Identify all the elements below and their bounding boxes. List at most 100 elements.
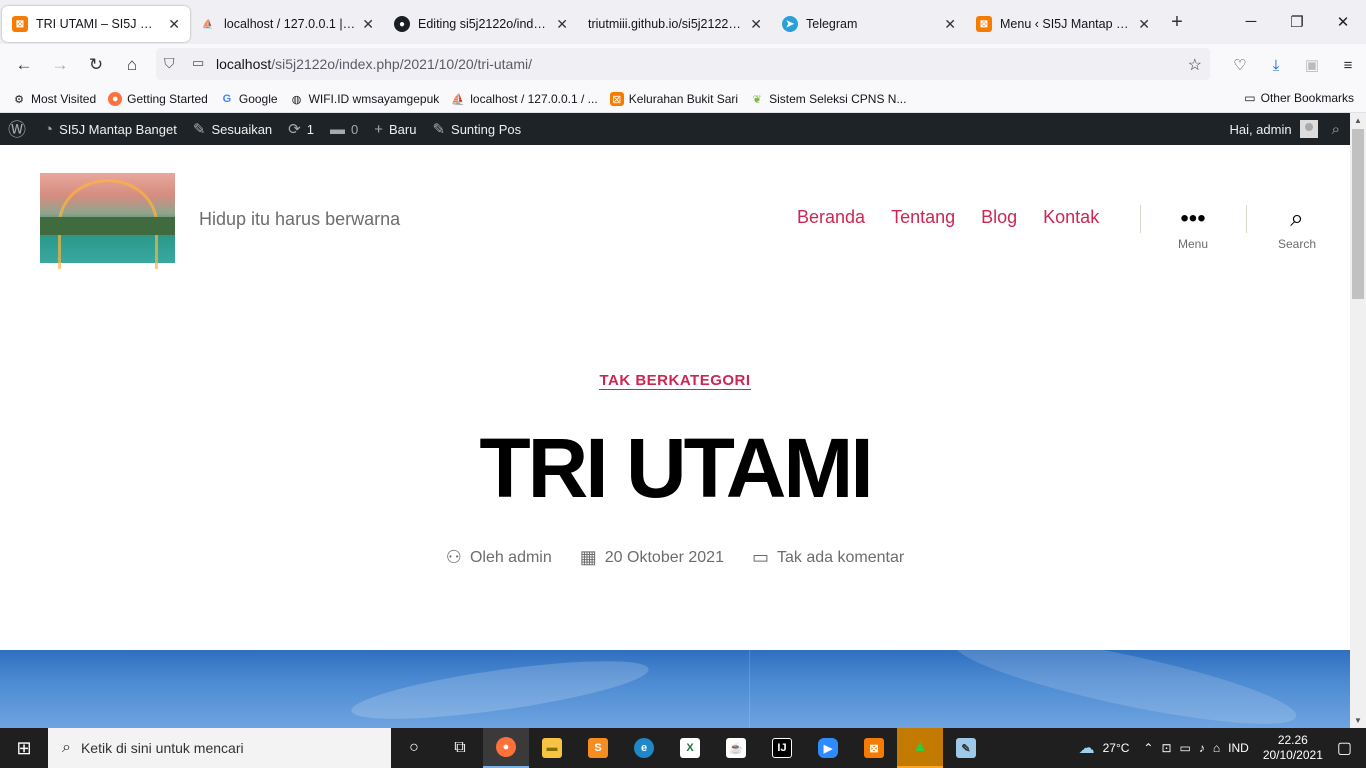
xampp-taskbar-icon[interactable]: ⊠: [851, 728, 897, 768]
language-indicator[interactable]: IND: [1228, 741, 1249, 755]
page-scrollbar[interactable]: ▲ ▼: [1350, 113, 1366, 728]
admin-updates-count: 1: [306, 121, 314, 137]
post-author[interactable]: ⚇ Oleh admin: [446, 547, 552, 568]
back-icon[interactable]: ←: [6, 55, 42, 75]
tab-github-pages[interactable]: triutmiii.github.io/si5j2122o/2 ✕: [578, 6, 772, 42]
task-view-icon[interactable]: ⧉: [437, 728, 483, 768]
tab-label: Menu ‹ SI5J Mantap Banget: [1000, 17, 1132, 31]
edge-icon[interactable]: e: [621, 728, 667, 768]
admin-updates[interactable]: ⟳ 1: [288, 120, 314, 138]
clock-date: 20/10/2021: [1262, 748, 1323, 762]
post-date[interactable]: ▦ 20 Oktober 2021: [580, 547, 724, 568]
tab-github-editing[interactable]: ● Editing si5j2122o/index.html ✕: [384, 6, 578, 42]
network-icon[interactable]: ⊡: [1161, 741, 1171, 755]
notification-icon[interactable]: ▢: [1337, 738, 1352, 758]
url-text[interactable]: localhost/si5j2122o/index.php/2021/10/20…: [216, 56, 532, 72]
admin-comments[interactable]: ▬ 0: [330, 121, 358, 138]
close-icon[interactable]: ✕: [750, 16, 762, 33]
hamburger-menu-icon[interactable]: ≡: [1330, 57, 1366, 74]
menu-item-beranda[interactable]: Beranda: [797, 207, 865, 228]
admin-account[interactable]: Hai, admin ⌕: [1229, 113, 1340, 145]
other-bookmarks[interactable]: ▭ Other Bookmarks: [1244, 91, 1354, 105]
windows-start-icon[interactable]: ⊞: [0, 728, 48, 768]
brush-icon: ✎: [192, 121, 206, 138]
clock[interactable]: 22.26 20/10/2021: [1263, 733, 1323, 763]
plus-icon: +: [374, 120, 383, 138]
sublime-icon[interactable]: S: [575, 728, 621, 768]
excel-icon[interactable]: X: [667, 728, 713, 768]
shield-icon[interactable]: ⛉: [164, 55, 175, 72]
divider: [1140, 205, 1141, 233]
new-tab-icon[interactable]: +: [1160, 11, 1194, 34]
admin-site-name[interactable]: ◔ SI5J Mantap Banget: [44, 121, 177, 138]
bookmark-most-visited[interactable]: ⚙ Most Visited: [12, 92, 96, 106]
search-toggle-button[interactable]: ⌕ Search: [1257, 205, 1337, 251]
admin-customize[interactable]: ✎ Sesuaikan: [193, 120, 272, 138]
post-category: TAK BERKATEGORI: [0, 372, 1350, 390]
post-meta: ⚇ Oleh admin ▦ 20 Oktober 2021 ▭ Tak ada ko…: [0, 547, 1350, 568]
admin-new[interactable]: + Baru: [374, 121, 416, 138]
weather-icon[interactable]: ☁: [1079, 738, 1095, 758]
extension-icon[interactable]: ▣: [1294, 56, 1330, 74]
tab-tri-utami[interactable]: ⊠ TRI UTAMI – SI5J Mantap Banget ✕: [2, 6, 190, 42]
tab-telegram[interactable]: ➤ Telegram ✕: [772, 6, 966, 42]
bookmark-kelurahan[interactable]: ⊠ Kelurahan Bukit Sari: [609, 92, 738, 106]
bookmark-google[interactable]: G Google: [220, 92, 278, 106]
image-seam: [749, 650, 750, 728]
volume-icon[interactable]: ♪: [1199, 741, 1205, 755]
menu-item-tentang[interactable]: Tentang: [891, 207, 955, 228]
post-comments[interactable]: ▭ Tak ada komentar: [752, 547, 904, 568]
bookmark-wifi-id[interactable]: ◍ WIFI.ID wmsayamgepuk: [290, 92, 440, 106]
cortana-icon[interactable]: ○: [391, 728, 437, 768]
close-icon[interactable]: ✕: [944, 16, 956, 33]
file-explorer-icon[interactable]: ▬: [529, 728, 575, 768]
bookmark-star-icon[interactable]: ☆: [1188, 55, 1202, 75]
page-icon[interactable]: ▭: [192, 55, 204, 71]
battery-icon[interactable]: ▭: [1180, 741, 1191, 755]
bookmark-getting-started[interactable]: ● Getting Started: [108, 92, 208, 106]
forward-icon[interactable]: →: [42, 55, 78, 75]
menu-toggle-button[interactable]: ••• Menu: [1153, 205, 1233, 251]
telegram-icon: ➤: [782, 16, 798, 32]
menu-item-blog[interactable]: Blog: [981, 207, 1017, 228]
tab-menu[interactable]: ⊠ Menu ‹ SI5J Mantap Banget ✕: [966, 6, 1160, 42]
close-window-icon[interactable]: ✕: [1320, 13, 1366, 31]
vpn-icon[interactable]: ⌂: [1213, 741, 1220, 755]
bookmark-localhost[interactable]: ⛵ localhost / 127.0.0.1 / ...: [451, 92, 597, 106]
git-icon[interactable]: ▲: [897, 728, 943, 768]
restore-icon[interactable]: ❐: [1274, 13, 1320, 31]
bookmark-cpns[interactable]: ❦ Sistem Seleksi CPNS N...: [750, 92, 906, 106]
close-icon[interactable]: ✕: [168, 16, 180, 33]
url-bar[interactable]: ⛉ ▭ localhost/si5j2122o/index.php/2021/1…: [156, 48, 1210, 80]
search-toggle-label: Search: [1277, 237, 1317, 251]
java-icon[interactable]: ☕: [713, 728, 759, 768]
close-icon[interactable]: ✕: [1138, 16, 1150, 33]
scroll-down-icon[interactable]: ▼: [1350, 716, 1366, 725]
wordpress-logo[interactable]: Ⓦ: [8, 116, 32, 142]
phpmyadmin-icon: ⛵: [451, 93, 466, 106]
reload-icon[interactable]: ↻: [78, 55, 114, 75]
minimize-icon[interactable]: ─: [1228, 13, 1274, 31]
intellij-icon[interactable]: IJ: [759, 728, 805, 768]
category-link[interactable]: TAK BERKATEGORI: [599, 372, 751, 390]
scrollbar-thumb[interactable]: [1352, 129, 1364, 299]
weather-temp[interactable]: 27°C: [1103, 741, 1130, 755]
chevron-up-icon[interactable]: ⌃: [1143, 741, 1153, 755]
github-icon: ●: [394, 16, 410, 32]
site-logo[interactable]: [40, 173, 175, 269]
taskbar-search-input[interactable]: ⌕ Ketik di sini untuk mencari: [48, 728, 391, 768]
xampp-icon: ⊠: [976, 16, 992, 32]
admin-edit-post[interactable]: ✎ Sunting Pos: [432, 120, 521, 138]
pocket-icon[interactable]: ♡: [1222, 56, 1258, 74]
close-icon[interactable]: ✕: [362, 16, 374, 33]
search-icon[interactable]: ⌕: [1332, 121, 1340, 138]
firefox-taskbar-icon[interactable]: ●: [483, 728, 529, 768]
zoom-icon[interactable]: ▶: [805, 728, 851, 768]
close-icon[interactable]: ✕: [556, 16, 568, 33]
scroll-up-icon[interactable]: ▲: [1350, 116, 1366, 125]
paint-icon[interactable]: ✎: [943, 728, 989, 768]
tab-phpmyadmin[interactable]: ⛵ localhost / 127.0.0.1 | phpMyAdmin ✕: [190, 6, 384, 42]
download-icon[interactable]: ⤓: [1258, 57, 1294, 74]
menu-item-kontak[interactable]: Kontak: [1043, 207, 1099, 228]
home-icon[interactable]: ⌂: [114, 55, 150, 75]
